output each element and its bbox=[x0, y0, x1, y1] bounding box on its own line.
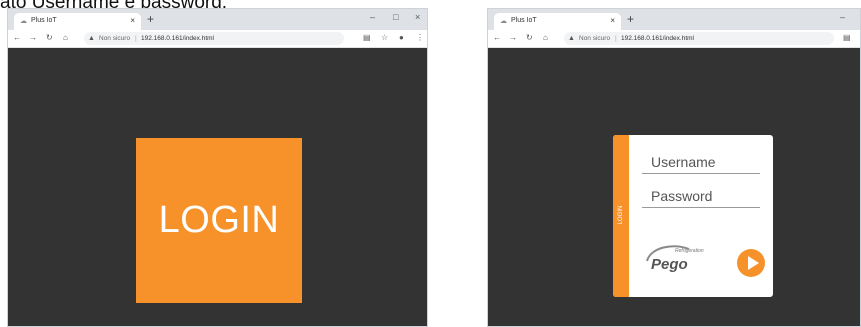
profile-icon[interactable]: ● bbox=[399, 33, 404, 42]
url-text: 192.168.0.161/index.html bbox=[621, 35, 694, 42]
browser-window-login-tile: ☁ Plus IoT × + – □ × ← → ↻ ⌂ ▲ Non sicur… bbox=[7, 8, 428, 327]
login-button[interactable]: LOGIN bbox=[136, 138, 302, 303]
browser-toolbar: ← → ↻ ⌂ ▲ Non sicuro | 192.168.0.161/ind… bbox=[488, 30, 860, 48]
login-side-strip: LOGIN bbox=[613, 135, 629, 297]
close-window-button[interactable]: × bbox=[415, 12, 420, 22]
maximize-button[interactable]: □ bbox=[393, 12, 398, 22]
url-separator: | bbox=[135, 35, 137, 42]
security-label: Non sicuro bbox=[99, 35, 131, 42]
back-arrow-icon[interactable]: ← bbox=[13, 33, 21, 42]
minimize-button[interactable]: – bbox=[370, 12, 375, 22]
menu-dots-icon[interactable]: ⋮ bbox=[416, 33, 424, 42]
warning-icon: ▲ bbox=[88, 35, 95, 42]
address-bar[interactable]: ▲ Non sicuro | 192.168.0.161/index.html bbox=[564, 32, 834, 45]
forward-arrow-icon[interactable]: → bbox=[509, 33, 517, 42]
warning-icon: ▲ bbox=[568, 35, 575, 42]
svg-text:Refrigeration: Refrigeration bbox=[675, 248, 704, 254]
tab-close-icon[interactable]: × bbox=[130, 16, 135, 25]
url-text: 192.168.0.161/index.html bbox=[141, 35, 214, 42]
submit-play-button[interactable] bbox=[737, 249, 765, 277]
password-placeholder: Password bbox=[651, 188, 713, 204]
bookmark-star-icon[interactable]: ☆ bbox=[381, 33, 388, 42]
new-tab-button[interactable]: + bbox=[627, 12, 634, 26]
tab-title: Plus IoT bbox=[511, 17, 537, 24]
security-label: Non sicuro bbox=[579, 35, 611, 42]
home-icon[interactable]: ⌂ bbox=[63, 33, 68, 42]
home-icon[interactable]: ⌂ bbox=[543, 33, 548, 42]
tab-strip: ☁ Plus IoT × + – bbox=[488, 9, 860, 30]
username-placeholder: Username bbox=[651, 154, 716, 170]
login-panel: LOGIN Username Password Refrigeration Pe… bbox=[613, 135, 773, 297]
back-arrow-icon[interactable]: ← bbox=[493, 33, 501, 42]
address-bar[interactable]: ▲ Non sicuro | 192.168.0.161/index.html bbox=[84, 32, 344, 45]
svg-text:Pego: Pego bbox=[651, 256, 688, 273]
password-input[interactable]: Password bbox=[642, 185, 760, 208]
browser-tab[interactable]: ☁ Plus IoT × bbox=[14, 13, 141, 30]
page-content: LOGIN Username Password Refrigeration Pe… bbox=[488, 48, 860, 326]
new-tab-button[interactable]: + bbox=[147, 12, 154, 26]
minimize-button[interactable]: – bbox=[840, 12, 845, 22]
browser-toolbar: ← → ↻ ⌂ ▲ Non sicuro | 192.168.0.161/ind… bbox=[8, 30, 427, 48]
reload-icon[interactable]: ↻ bbox=[46, 33, 53, 42]
tab-title: Plus IoT bbox=[31, 17, 57, 24]
url-separator: | bbox=[615, 35, 617, 42]
pego-logo: Refrigeration Pego bbox=[646, 245, 704, 273]
favicon-icon: ☁ bbox=[20, 18, 27, 25]
login-side-label: LOGIN bbox=[618, 205, 624, 225]
browser-tab[interactable]: ☁ Plus IoT × bbox=[494, 13, 621, 30]
forward-arrow-icon[interactable]: → bbox=[29, 33, 37, 42]
tab-close-icon[interactable]: × bbox=[610, 16, 615, 25]
translate-icon[interactable]: ▤ bbox=[843, 33, 851, 42]
tab-strip: ☁ Plus IoT × + – □ × bbox=[8, 9, 427, 30]
page-content: LOGIN bbox=[8, 48, 427, 326]
username-input[interactable]: Username bbox=[642, 151, 760, 174]
favicon-icon: ☁ bbox=[500, 18, 507, 25]
reload-icon[interactable]: ↻ bbox=[526, 33, 533, 42]
browser-window-login-form: ☁ Plus IoT × + – ← → ↻ ⌂ ▲ Non sicuro | … bbox=[487, 8, 861, 327]
translate-icon[interactable]: ▤ bbox=[363, 33, 371, 42]
